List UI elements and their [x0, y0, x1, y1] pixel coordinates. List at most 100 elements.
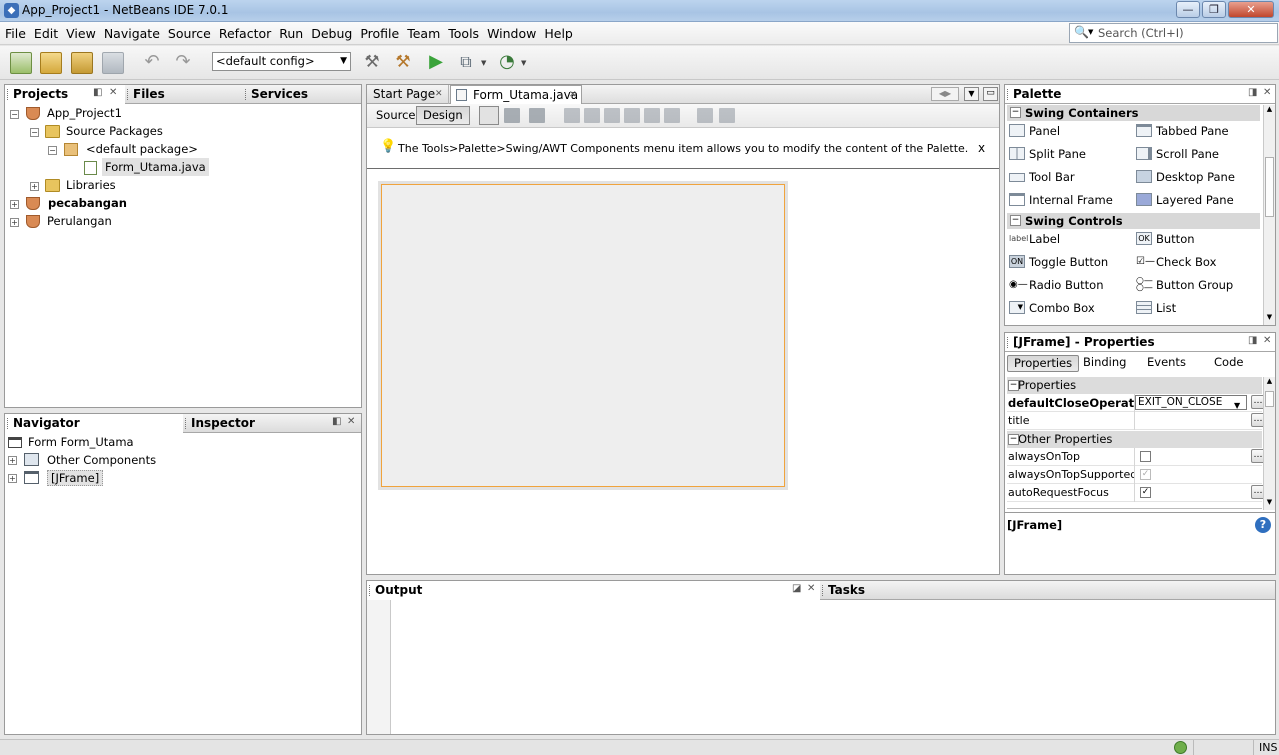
palette-item-internal-frame[interactable]: Internal Frame	[1007, 190, 1113, 210]
save-all-icon[interactable]	[102, 52, 124, 74]
profile-icon[interactable]: ◔	[496, 52, 518, 74]
menu-run[interactable]: Run	[275, 22, 307, 45]
collapse-toggle[interactable]: −	[10, 110, 19, 119]
expand-toggle[interactable]: +	[8, 474, 17, 483]
clean-build-icon[interactable]: ⚒	[392, 52, 414, 74]
connection-mode-icon[interactable]	[504, 108, 520, 123]
properties-scrollbar[interactable]: ▲ ▼	[1263, 377, 1275, 510]
menu-profile[interactable]: Profile	[356, 22, 403, 45]
close-button[interactable]: ✕	[1228, 1, 1274, 18]
close-icon[interactable]: ✕	[569, 86, 577, 104]
tab-output[interactable]: Output	[367, 581, 820, 600]
always-on-top-checkbox[interactable]	[1140, 451, 1151, 462]
design-mode-button[interactable]: Design	[416, 106, 470, 125]
debug-dropdown-icon[interactable]: ▼	[481, 59, 486, 67]
expand-toggle[interactable]: +	[10, 200, 19, 209]
tab-tasks[interactable]: Tasks	[820, 581, 1020, 600]
close-icon[interactable]: ✕	[807, 583, 815, 594]
menu-navigate[interactable]: Navigate	[100, 22, 164, 45]
palette-category-swing-containers[interactable]: Swing Containers	[1007, 105, 1260, 121]
tree-item-jframe[interactable]: [JFrame]	[47, 470, 104, 486]
tree-item-form[interactable]: Form Form_Utama	[28, 433, 134, 451]
run-icon[interactable]: ▶	[425, 52, 447, 74]
tree-item-perulangan[interactable]: Perulangan	[47, 212, 112, 230]
close-icon[interactable]: ✕	[1263, 87, 1271, 98]
tab-code[interactable]: Code	[1208, 355, 1249, 372]
expand-toggle[interactable]: +	[8, 456, 17, 465]
palette-item-layered-pane[interactable]: Layered Pane	[1134, 190, 1234, 210]
tab-navigator[interactable]: Navigator	[5, 414, 183, 433]
hint-close-button[interactable]: x	[978, 141, 985, 155]
tree-item-form-utama[interactable]: Form_Utama.java	[102, 158, 209, 176]
palette-item-panel[interactable]: Panel	[1007, 121, 1060, 141]
tab-files[interactable]: Files	[125, 85, 243, 104]
menu-window[interactable]: Window	[483, 22, 540, 45]
tab-inspector[interactable]: Inspector	[183, 414, 323, 433]
palette-item-tabbed-pane[interactable]: Tabbed Pane	[1134, 121, 1229, 141]
scroll-up-icon[interactable]: ▲	[1264, 377, 1275, 385]
maximize-window-icon[interactable]: ▭	[983, 87, 998, 101]
menu-view[interactable]: View	[62, 22, 100, 45]
tree-item-other-components[interactable]: Other Components	[47, 451, 156, 469]
tab-services[interactable]: Services	[243, 85, 361, 104]
align-top-icon[interactable]	[624, 108, 640, 123]
palette-item-label[interactable]: label Label	[1007, 229, 1060, 249]
tab-projects[interactable]: Projects	[5, 85, 125, 104]
property-title-value[interactable]	[1134, 412, 1248, 430]
center-horizontally-icon[interactable]	[604, 108, 620, 123]
tree-item-source-packages[interactable]: Source Packages	[66, 122, 163, 140]
collapse-toggle[interactable]: −	[30, 128, 39, 137]
tab-binding[interactable]: Binding	[1077, 355, 1132, 372]
tree-item-pecabangan[interactable]: pecabangan	[48, 194, 127, 212]
palette-item-split-pane[interactable]: Split Pane	[1007, 144, 1086, 164]
expand-toggle[interactable]: +	[30, 182, 39, 191]
scroll-thumb[interactable]	[1265, 391, 1274, 407]
palette-item-button[interactable]: OK Button	[1134, 229, 1195, 249]
tab-start-page[interactable]: Start Page ✕	[367, 85, 449, 104]
scroll-up-icon[interactable]: ▲	[1264, 105, 1275, 113]
menu-tools[interactable]: Tools	[444, 22, 483, 45]
preview-design-icon[interactable]	[529, 108, 545, 123]
notification-icon[interactable]	[1174, 741, 1187, 754]
search-input[interactable]: 🔍 ▼ Search (Ctrl+I)	[1069, 23, 1278, 43]
tab-scroll-arrows-icon[interactable]: ◀▶	[931, 87, 959, 101]
tree-item-libraries[interactable]: Libraries	[66, 176, 116, 194]
properties-section[interactable]: Properties	[1007, 377, 1262, 394]
menu-debug[interactable]: Debug	[307, 22, 356, 45]
align-bottom-icon[interactable]	[644, 108, 660, 123]
source-mode-button[interactable]: Source	[369, 106, 423, 125]
tree-item-app-project1[interactable]: App_Project1	[47, 104, 122, 122]
minimize-panel-icon[interactable]: ◨	[1248, 335, 1257, 346]
minimize-panel-icon[interactable]: ◪	[792, 583, 801, 594]
menu-file[interactable]: File	[0, 22, 30, 45]
other-properties-section[interactable]: Other Properties	[1007, 431, 1262, 448]
resize-vertical-icon[interactable]	[719, 108, 735, 123]
config-select[interactable]: <default config> ▼	[212, 52, 351, 71]
center-vertically-icon[interactable]	[664, 108, 680, 123]
palette-scrollbar[interactable]: ▲ ▼	[1263, 105, 1275, 325]
menu-edit[interactable]: Edit	[30, 22, 62, 45]
palette-item-combo-box[interactable]: ▼ Combo Box	[1007, 298, 1095, 318]
maximize-button[interactable]: ❐	[1202, 1, 1226, 18]
scroll-thumb[interactable]	[1265, 157, 1274, 217]
expand-toggle[interactable]: +	[10, 218, 19, 227]
collapse-toggle[interactable]: −	[48, 146, 57, 155]
palette-category-swing-controls[interactable]: Swing Controls	[1007, 213, 1260, 229]
tab-list-dropdown-icon[interactable]: ▼	[964, 87, 979, 101]
scroll-down-icon[interactable]: ▼	[1264, 313, 1275, 321]
palette-item-tool-bar[interactable]: Tool Bar	[1007, 167, 1075, 187]
align-right-icon[interactable]	[584, 108, 600, 123]
tab-events[interactable]: Events	[1141, 355, 1192, 372]
new-file-icon[interactable]	[10, 52, 32, 74]
selection-mode-icon[interactable]	[479, 106, 499, 125]
minimize-panel-icon[interactable]: ◨	[1248, 87, 1257, 98]
close-icon[interactable]: ✕	[347, 416, 355, 427]
auto-request-focus-checkbox[interactable]: ✓	[1140, 487, 1151, 498]
jframe-design-canvas[interactable]	[381, 184, 785, 487]
help-icon[interactable]: ?	[1255, 517, 1271, 533]
scroll-down-icon[interactable]: ▼	[1264, 498, 1275, 506]
minimize-panel-icon[interactable]: ◧	[332, 416, 341, 427]
menu-help[interactable]: Help	[540, 22, 577, 45]
align-left-icon[interactable]	[564, 108, 580, 123]
close-icon[interactable]: ✕	[109, 87, 117, 98]
